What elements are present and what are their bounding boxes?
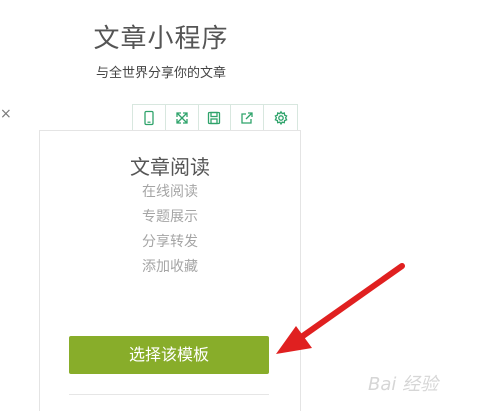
phone-icon[interactable]: [133, 105, 166, 131]
page-subtitle: 与全世界分享你的文章: [95, 66, 226, 81]
watermark: Bai 经验: [368, 374, 439, 395]
card-title: 文章阅读: [130, 155, 210, 179]
page-title: 文章小程序: [93, 24, 229, 54]
feature-item: 分享转发: [142, 234, 198, 250]
expand-icon[interactable]: [166, 105, 199, 131]
select-template-button[interactable]: 选择该模板: [69, 336, 269, 374]
divider: [69, 394, 269, 395]
save-icon[interactable]: [199, 105, 232, 131]
feature-item: 添加收藏: [142, 259, 198, 275]
collapse-icon[interactable]: ×: [0, 106, 12, 122]
settings-icon[interactable]: [264, 105, 297, 131]
feature-item: 在线阅读: [142, 184, 198, 200]
share-icon[interactable]: [231, 105, 265, 131]
feature-item: 专题展示: [142, 209, 198, 225]
preview-toolbar: [132, 104, 298, 132]
